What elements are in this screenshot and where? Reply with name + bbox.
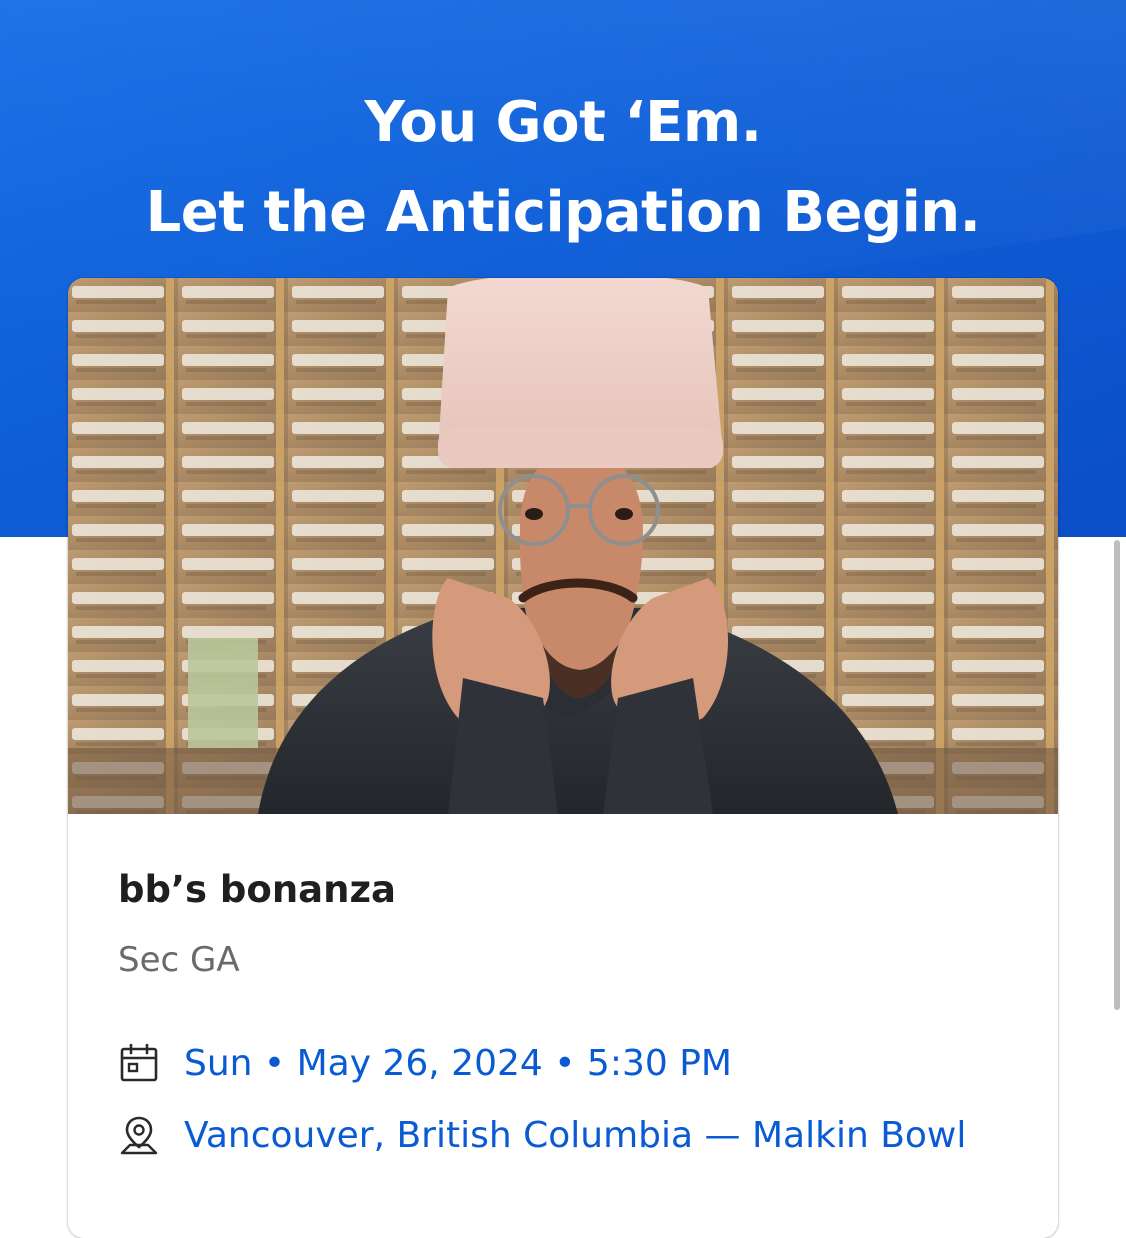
confirmation-headline: You Got ‘Em. Let the Anticipation Begin.: [0, 78, 1126, 258]
calendar-icon: [120, 1043, 158, 1082]
event-venue-text[interactable]: Vancouver, British Columbia — Malkin Bow…: [184, 1115, 966, 1156]
headline-line-1: You Got ‘Em.: [364, 89, 762, 155]
event-date-row[interactable]: Sun • May 26, 2024 • 5:30 PM: [118, 1038, 732, 1088]
headline-line-2: Let the Anticipation Begin.: [145, 179, 981, 245]
event-venue-row[interactable]: Vancouver, British Columbia — Malkin Bow…: [118, 1110, 966, 1160]
seat-section-label: Sec GA: [118, 940, 240, 980]
event-title: bb’s bonanza: [118, 868, 396, 911]
scrollbar-thumb[interactable]: [1114, 540, 1120, 1010]
location-pin-icon: [120, 1116, 158, 1155]
event-date-text[interactable]: Sun • May 26, 2024 • 5:30 PM: [184, 1043, 732, 1084]
event-artist-photo: [68, 278, 1058, 814]
event-ticket-card[interactable]: bb’s bonanza Sec GA Sun • May 26, 2024 •…: [68, 278, 1058, 1238]
